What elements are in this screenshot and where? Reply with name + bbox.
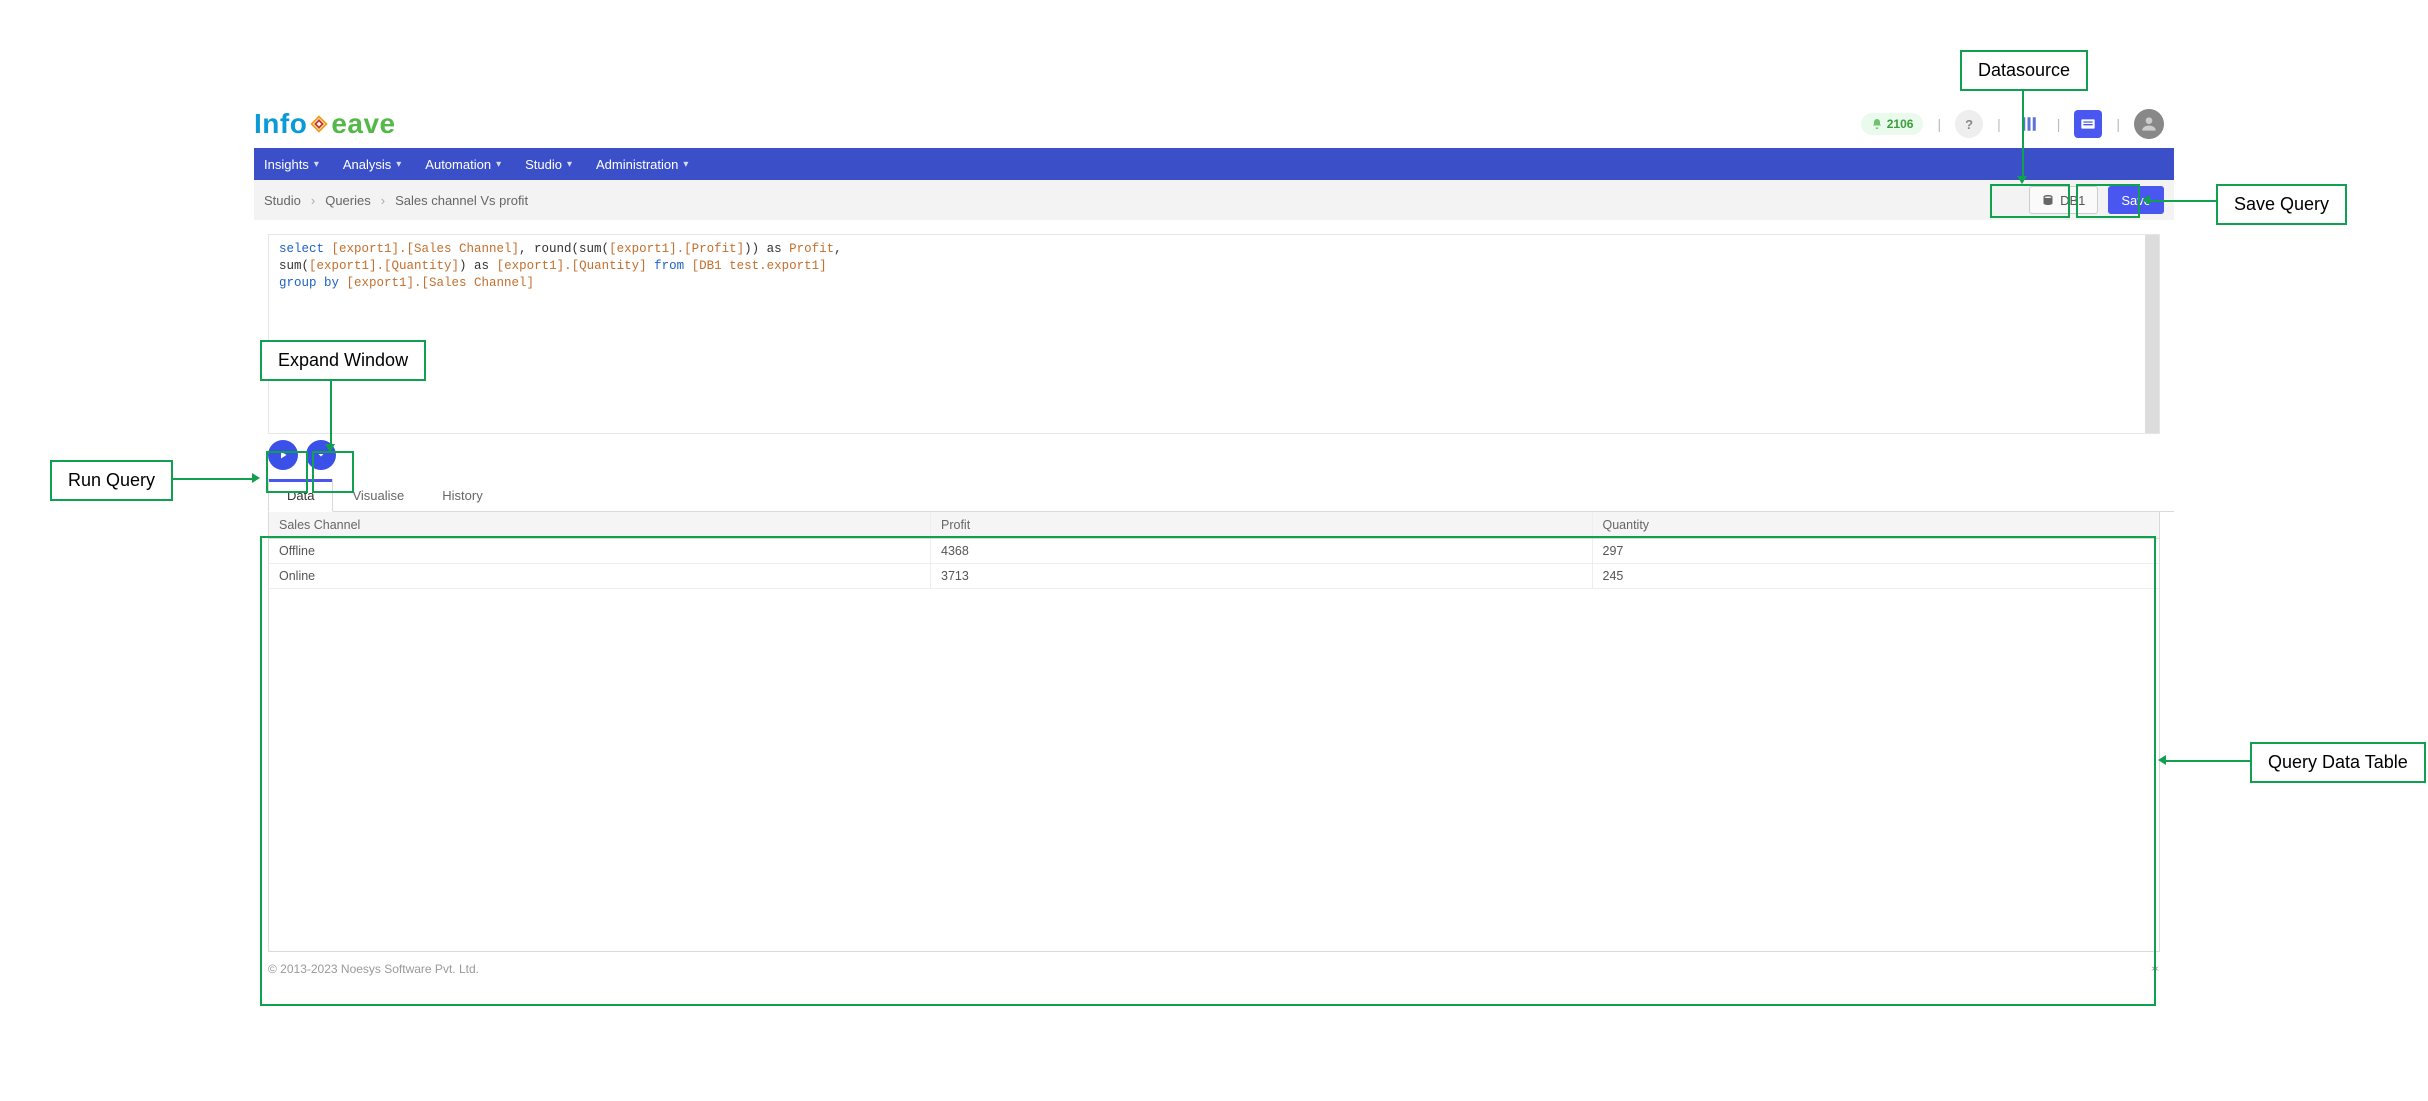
tab-history[interactable]: History [423, 479, 501, 512]
main-nav: Insights ▾ Analysis ▾ Automation ▾ Studi… [254, 148, 2174, 180]
run-bar [268, 440, 2174, 470]
tab-label: History [442, 488, 482, 503]
separator: | [2057, 116, 2061, 132]
cell: Offline [269, 539, 931, 564]
separator: | [2116, 116, 2120, 132]
logo: Info eave [254, 108, 396, 140]
query-result-table-wrap: Sales Channel Profit Quantity Offline 43… [268, 512, 2160, 952]
apps-icon[interactable] [2015, 110, 2043, 138]
separator: | [1937, 116, 1941, 132]
arrow-head-icon [325, 444, 335, 452]
cell: Online [269, 564, 931, 589]
nav-label: Administration [596, 157, 678, 172]
query-result-table: Sales Channel Profit Quantity Offline 43… [269, 512, 2159, 589]
arrow-line [2166, 760, 2250, 762]
callout-query-data-table: Query Data Table [2250, 742, 2426, 783]
arrow-line [2022, 88, 2024, 176]
arrow-line [330, 378, 332, 444]
chevron-right-icon: › [381, 193, 385, 208]
tab-visualise[interactable]: Visualise [333, 479, 423, 512]
run-query-button[interactable] [268, 440, 298, 470]
callout-run-query: Run Query [50, 460, 173, 501]
breadcrumb: Studio › Queries › Sales channel Vs prof… [264, 193, 528, 208]
nav-administration[interactable]: Administration ▾ [596, 157, 688, 172]
nav-automation[interactable]: Automation ▾ [425, 157, 501, 172]
datasource-label: DB1 [2060, 193, 2085, 208]
crumb-studio[interactable]: Studio [264, 193, 301, 208]
table-header-row: Sales Channel Profit Quantity [269, 512, 2159, 539]
nav-analysis[interactable]: Analysis ▾ [343, 157, 401, 172]
callout-save-query: Save Query [2216, 184, 2347, 225]
callout-datasource: Datasource [1960, 50, 2088, 91]
table-row: Offline 4368 297 [269, 539, 2159, 564]
database-icon [2042, 194, 2054, 206]
query-code: select [export1].[Sales Channel], round(… [269, 235, 2159, 298]
chevron-down-icon: ▾ [396, 159, 401, 170]
nav-studio[interactable]: Studio ▾ [525, 157, 572, 172]
separator: | [1997, 116, 2001, 132]
crumb-current: Sales channel Vs profit [395, 193, 528, 208]
editor-scrollbar[interactable] [2145, 235, 2159, 433]
tab-label: Visualise [352, 488, 404, 503]
arrow-head-icon [2158, 755, 2166, 765]
cell: 4368 [931, 539, 1593, 564]
query-editor-wrap: select [export1].[Sales Channel], round(… [268, 234, 2160, 434]
table-row: Online 3713 245 [269, 564, 2159, 589]
nav-insights[interactable]: Insights ▾ [264, 157, 319, 172]
cell: 3713 [931, 564, 1593, 589]
chevron-down-icon: ▾ [496, 159, 501, 170]
play-icon [277, 449, 289, 461]
arrow-head-icon [2142, 195, 2150, 205]
arrow-head-icon [252, 473, 260, 483]
chevron-right-icon: › [311, 193, 315, 208]
arrow-line [172, 478, 252, 480]
notification-count: 2106 [1887, 117, 1914, 131]
copyright: © 2013-2023 Noesys Software Pvt. Ltd. [268, 962, 479, 976]
arrow-line [2150, 200, 2216, 202]
result-tabs: Data Visualise History [268, 478, 2174, 512]
tab-label: Data [287, 488, 314, 503]
app-header: Info eave 2106 [254, 100, 2174, 148]
bell-icon [1871, 118, 1883, 130]
notification-badge[interactable]: 2106 [1861, 113, 1924, 135]
footer-star-icon: ✶ [2150, 962, 2160, 976]
chevron-down-icon: ▾ [683, 159, 688, 170]
chevron-down-icon: ▾ [314, 159, 319, 170]
header-right: 2106 | ? | | | [1861, 109, 2164, 139]
logo-text-1: Info [254, 108, 307, 140]
arrow-head-icon [2017, 176, 2027, 184]
col-sales-channel[interactable]: Sales Channel [269, 512, 931, 539]
col-profit[interactable]: Profit [931, 512, 1593, 539]
nav-label: Automation [425, 157, 491, 172]
logo-text-2: eave [331, 108, 395, 140]
nav-label: Analysis [343, 157, 391, 172]
nav-label: Insights [264, 157, 309, 172]
datasource-button[interactable]: DB1 [2029, 186, 2098, 214]
nav-label: Studio [525, 157, 562, 172]
user-avatar[interactable] [2134, 109, 2164, 139]
message-icon[interactable] [2074, 110, 2102, 138]
chevron-down-icon: ▾ [567, 159, 572, 170]
col-quantity[interactable]: Quantity [1592, 512, 2159, 539]
breadcrumb-bar: Studio › Queries › Sales channel Vs prof… [254, 180, 2174, 220]
help-icon[interactable]: ? [1955, 110, 1983, 138]
app-window: Info eave 2106 [254, 100, 2174, 1060]
footer: © 2013-2023 Noesys Software Pvt. Ltd. ✶ [268, 962, 2160, 976]
logo-icon [307, 112, 331, 136]
callout-expand-window: Expand Window [260, 340, 426, 381]
crumb-queries[interactable]: Queries [325, 193, 371, 208]
cell: 245 [1592, 564, 2159, 589]
query-editor[interactable]: select [export1].[Sales Channel], round(… [268, 234, 2160, 434]
cell: 297 [1592, 539, 2159, 564]
tab-data[interactable]: Data [268, 479, 333, 512]
